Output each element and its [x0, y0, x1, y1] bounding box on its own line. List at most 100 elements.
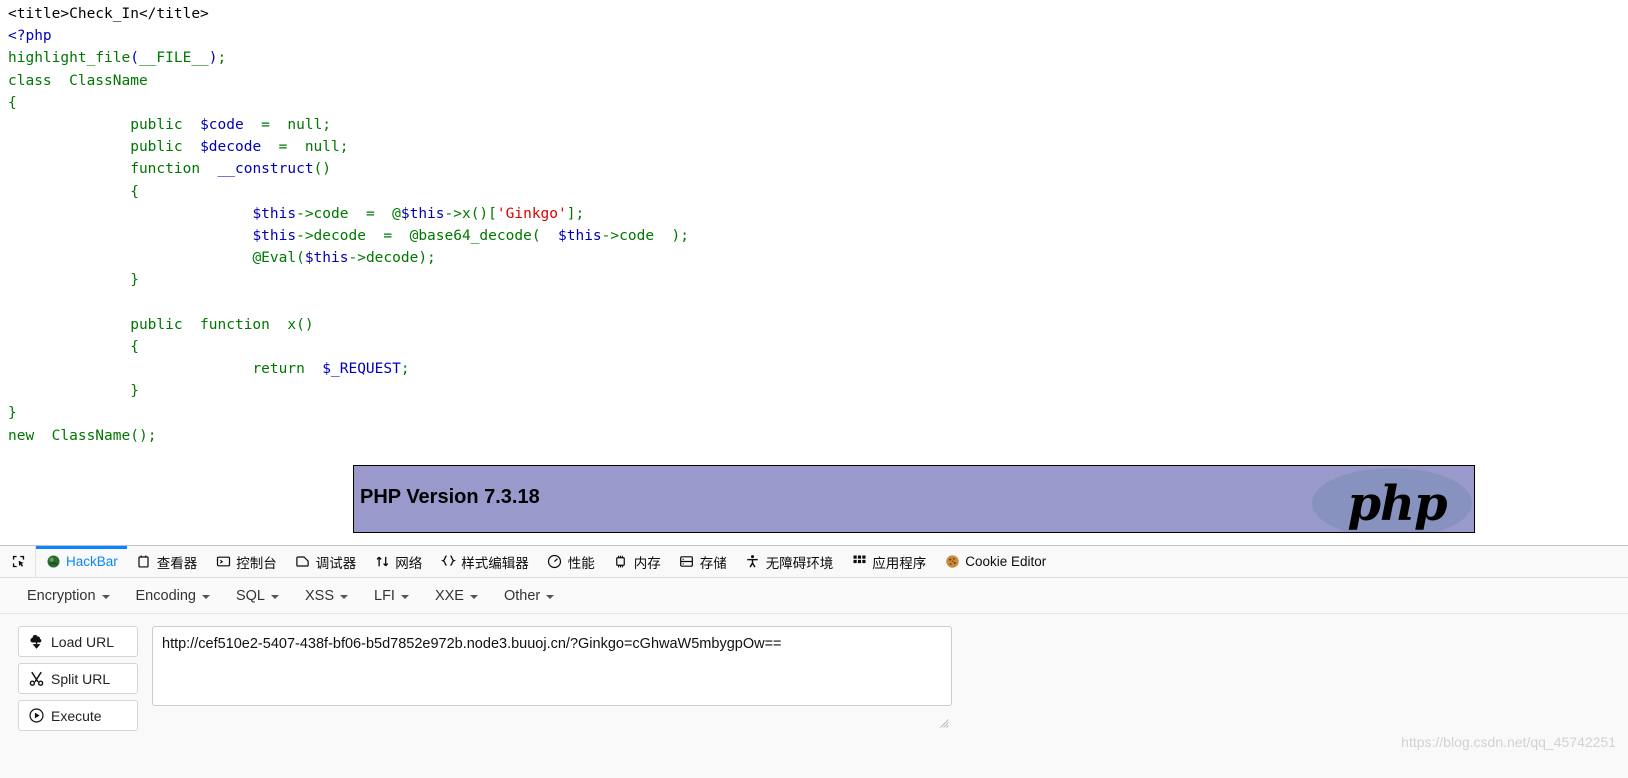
hackbar-menu-list: Encryption Encoding SQL XSS LFI XXE Other — [14, 584, 567, 608]
devtools-tab-查看器[interactable]: 查看器 — [127, 546, 207, 577]
code-token: class ClassName — [8, 72, 148, 89]
performance-icon — [547, 554, 563, 570]
code-line: <?php — [8, 25, 1628, 47]
console-icon — [215, 554, 231, 570]
hackbar-button-column: Load URL Split URL Execute — [18, 626, 138, 731]
split-url-button[interactable]: Split URL — [18, 663, 138, 694]
code-token: public — [130, 116, 201, 133]
code-line: } — [8, 269, 1628, 291]
hackbar-menu-label: SQL — [235, 587, 265, 604]
devtools-tab-hackbar[interactable]: HackBar — [36, 546, 127, 577]
code-token: ->code ); — [601, 227, 689, 244]
devtools-tab-内存[interactable]: 内存 — [604, 546, 670, 577]
code-token: ; — [339, 139, 349, 156]
code-line: $this->code = @$this->x()['Ginkgo']; — [8, 203, 1628, 225]
code-token: { — [130, 338, 139, 355]
code-line: } — [8, 402, 1628, 424]
hackbar-menu-label: Encryption — [27, 587, 96, 604]
code-token: null — [287, 116, 323, 133]
code-token: <?php — [8, 28, 52, 45]
hackbar-menu-sql[interactable]: SQL — [223, 584, 292, 608]
code-token: (); — [130, 427, 157, 444]
load-url-label: Load URL — [51, 633, 115, 650]
devtools-tab-应用程序[interactable]: 应用程序 — [842, 546, 935, 577]
hackbar-menu-label: Other — [503, 587, 541, 604]
devtools-tab-调试器[interactable]: 调试器 — [286, 546, 366, 577]
code-line: } — [8, 380, 1628, 402]
php-logo: php — [1312, 466, 1472, 532]
chevron-down-icon — [101, 594, 110, 599]
chevron-down-icon — [546, 594, 555, 599]
hackbar-body: Load URL Split URL Execute — [0, 614, 1628, 731]
devtools-tab-性能[interactable]: 性能 — [538, 546, 604, 577]
code-token: { — [130, 183, 139, 200]
devtools-tab-存储[interactable]: 存储 — [670, 546, 736, 577]
code-line: public function x() — [8, 314, 1628, 336]
code-token: new — [8, 427, 52, 444]
code-line: { — [8, 181, 1628, 203]
devtools-tab-label: 存储 — [699, 555, 727, 571]
code-token: $_REQUEST — [322, 361, 401, 377]
hackbar-menu-encoding[interactable]: Encoding — [123, 584, 223, 608]
devtools-tab-样式编辑器[interactable]: 样式编辑器 — [431, 546, 538, 577]
hackbar-menu-other[interactable]: Other — [491, 584, 567, 608]
code-token: 'Ginkgo' — [496, 205, 567, 222]
code-token: __FILE__ — [138, 50, 209, 67]
code-token: ( — [531, 227, 559, 244]
code-token: ClassName — [51, 427, 131, 444]
chevron-down-icon — [271, 594, 279, 599]
resize-grip-icon — [940, 719, 949, 728]
code-token: $decode — [200, 139, 262, 156]
chevron-down-icon — [469, 594, 478, 599]
load-url-button[interactable]: Load URL — [18, 626, 138, 657]
php-logo-text: php — [1347, 476, 1447, 532]
execute-button[interactable]: Execute — [18, 700, 138, 731]
cookie-icon — [944, 554, 960, 570]
code-token: ->x()[ — [444, 205, 497, 222]
devtools-tab-无障碍环境[interactable]: 无障碍环境 — [736, 546, 843, 577]
code-token: = — [261, 139, 305, 156]
split-url-label: Split URL — [51, 670, 111, 687]
code-token: ; — [322, 116, 332, 133]
code-line: highlight_file(__FILE__); — [8, 47, 1628, 69]
devtools-tab-label: 样式编辑器 — [461, 555, 529, 571]
hackbar-icon — [45, 554, 61, 570]
hackbar-menu-encryption[interactable]: Encryption — [14, 584, 123, 608]
devtools-tab-label: 调试器 — [315, 555, 357, 571]
code-line: return $_REQUEST; — [8, 358, 1628, 380]
devtools-tab-控制台[interactable]: 控制台 — [206, 546, 286, 577]
php-source-pane: <title>Check_In</title> <?php highlight_fi… — [0, 0, 1628, 545]
execute-label: Execute — [51, 707, 102, 724]
code-token: __construct — [217, 161, 314, 178]
devtools-panel: HackBar 查看器 控制台 调试器 网络 样式编辑器 性能 内存 存储 无障碍环境 应用程序 Co… — [0, 545, 1628, 778]
hackbar-menu-label: XXE — [434, 587, 464, 604]
devtools-tab-label: 内存 — [633, 555, 661, 571]
code-token: = @ — [365, 205, 401, 222]
memory-icon — [613, 554, 629, 570]
element-picker-button[interactable] — [2, 546, 36, 577]
code-token: <title>Check_In</title> — [8, 6, 209, 22]
url-input[interactable] — [152, 626, 952, 706]
code-token: $code — [200, 116, 244, 133]
hackbar-menu-xss[interactable]: XSS — [292, 584, 361, 608]
devtools-tab-cookie-editor[interactable]: Cookie Editor — [935, 546, 1055, 577]
code-token: return — [252, 361, 323, 377]
code-token: ->decode); — [348, 250, 436, 267]
devtools-tab-网络[interactable]: 网络 — [365, 546, 431, 577]
hackbar-menu-lfi[interactable]: LFI — [361, 584, 422, 608]
code-line: function __construct() — [8, 158, 1628, 180]
accessibility-icon — [745, 554, 761, 570]
inspector-icon — [136, 554, 152, 570]
hackbar-menu-xxe[interactable]: XXE — [422, 584, 491, 608]
code-token: } — [130, 383, 139, 400]
code-token: ->decode = @ — [296, 227, 419, 244]
php-source-code: <title>Check_In</title> <?php highlight_fi… — [0, 0, 1628, 447]
code-token: highlight_file — [8, 50, 131, 67]
chevron-down-icon — [201, 594, 210, 599]
